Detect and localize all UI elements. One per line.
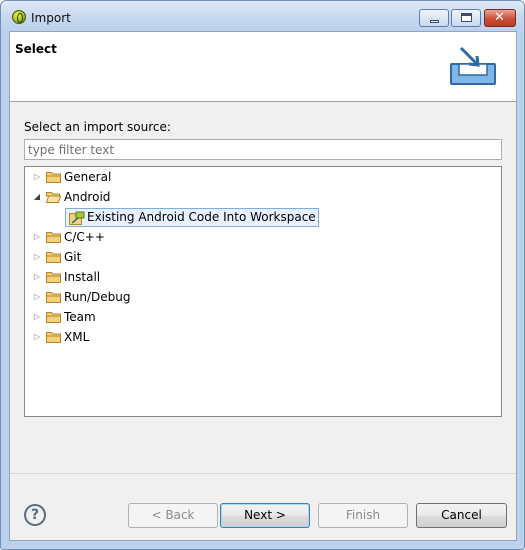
import-wizard-icon xyxy=(450,46,496,85)
import-source-tree[interactable]: ▷ General ◢ Android Existing Android Cod… xyxy=(24,166,502,417)
title-bar[interactable]: Import ✕ xyxy=(1,1,524,31)
import-dialog: Import ✕ Select Select an import source:… xyxy=(0,0,525,550)
close-button[interactable]: ✕ xyxy=(484,9,516,27)
maximize-icon xyxy=(461,13,472,22)
folder-icon xyxy=(46,251,61,263)
help-icon[interactable]: ? xyxy=(24,504,46,526)
wizard-header: Select xyxy=(10,32,516,102)
tree-item-label: Run/Debug xyxy=(64,290,131,304)
next-button[interactable]: Next > xyxy=(220,503,310,528)
expand-icon[interactable]: ▷ xyxy=(31,247,43,267)
page-title: Select xyxy=(15,42,57,56)
android-project-icon xyxy=(69,211,85,225)
folder-icon xyxy=(46,331,61,343)
tree-item-label: Team xyxy=(64,310,96,324)
expand-icon[interactable]: ▷ xyxy=(31,327,43,347)
cancel-button[interactable]: Cancel xyxy=(416,503,507,528)
folder-icon xyxy=(46,171,61,183)
finish-button[interactable]: Finish xyxy=(318,503,408,528)
tree-item-label: XML xyxy=(64,330,90,344)
tree-item-existing-android-code[interactable]: Existing Android Code Into Workspace xyxy=(65,208,319,227)
folder-icon xyxy=(46,311,61,323)
tree-item-label: Android xyxy=(64,190,111,204)
tree-item-label: Install xyxy=(64,270,101,284)
folder-icon xyxy=(46,271,61,283)
expand-icon[interactable]: ▷ xyxy=(31,227,43,247)
window-title: Import xyxy=(31,11,71,25)
eclipse-icon xyxy=(12,10,26,24)
tree-item-label: C/C++ xyxy=(64,230,105,244)
minimize-icon xyxy=(430,20,439,23)
minimize-button[interactable] xyxy=(419,9,449,27)
dialog-content: Select Select an import source: ▷ Genera… xyxy=(9,31,517,541)
tree-item-label: Existing Android Code Into Workspace xyxy=(87,210,316,224)
folder-open-icon xyxy=(46,191,61,203)
tree-item-label: Git xyxy=(64,250,82,264)
import-source-label: Select an import source: xyxy=(24,120,171,134)
maximize-button[interactable] xyxy=(451,9,481,27)
folder-icon xyxy=(46,291,61,303)
footer-divider xyxy=(10,473,516,474)
expand-icon[interactable]: ▷ xyxy=(31,167,43,187)
filter-input[interactable] xyxy=(24,139,502,160)
back-button[interactable]: < Back xyxy=(128,503,218,528)
expand-icon[interactable]: ▷ xyxy=(31,307,43,327)
collapse-icon[interactable]: ◢ xyxy=(31,187,43,207)
tree-item-label: General xyxy=(64,170,112,184)
folder-icon xyxy=(46,231,61,243)
close-icon: ✕ xyxy=(494,10,505,25)
expand-icon[interactable]: ▷ xyxy=(31,267,43,287)
expand-icon[interactable]: ▷ xyxy=(31,287,43,307)
